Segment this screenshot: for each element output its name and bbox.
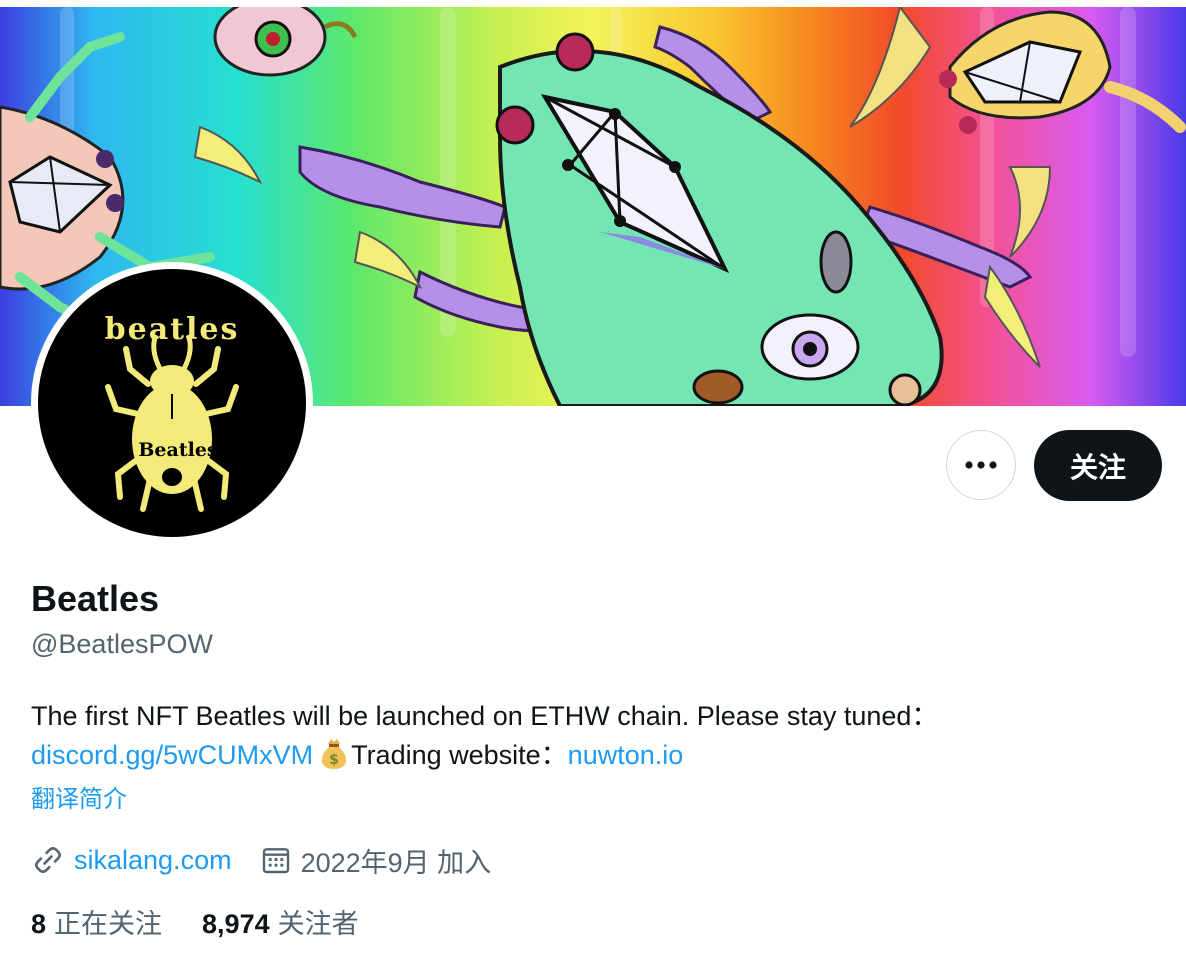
svg-text:Beatles: Beatles xyxy=(138,439,217,461)
profile-meta: sikalang.com 2022年9月 加入 xyxy=(31,840,491,880)
follow-stats: 8 正在关注 8,974 关注者 xyxy=(31,905,359,943)
money-bag-icon: $ xyxy=(319,738,349,781)
more-horizontal-icon xyxy=(965,461,997,469)
following-label: 正在关注 xyxy=(54,909,163,939)
bio-link-discord[interactable]: discord.gg/5wCUMxVM xyxy=(31,740,313,770)
svg-text:$: $ xyxy=(329,752,339,768)
bio-trading-label: Trading website： xyxy=(351,740,568,770)
website-item: sikalang.com xyxy=(31,843,232,877)
following-stat[interactable]: 8 正在关注 xyxy=(31,905,162,943)
avatar[interactable]: beatles Beatles xyxy=(31,262,313,544)
avatar-image: beatles Beatles xyxy=(38,269,306,537)
joined-item: 2022年9月 加入 xyxy=(260,841,492,880)
joined-date: 2022年9月 加入 xyxy=(300,847,492,878)
followers-count: 8,974 xyxy=(202,909,270,939)
followers-label: 关注者 xyxy=(277,909,359,939)
translate-bio-link[interactable]: 翻译简介 xyxy=(31,784,127,816)
svg-text:beatles: beatles xyxy=(105,312,240,347)
website-link[interactable]: sikalang.com xyxy=(74,845,232,876)
display-name: Beatles xyxy=(31,578,160,619)
bio-text: The first NFT Beatles will be launched o… xyxy=(31,701,939,731)
link-icon xyxy=(35,847,61,873)
following-count: 8 xyxy=(31,909,47,939)
bio-link-trading[interactable]: nuwton.io xyxy=(568,740,684,770)
profile-bio: The first NFT Beatles will be launched o… xyxy=(31,697,1151,781)
followers-stat[interactable]: 8,974 关注者 xyxy=(202,905,359,943)
follow-button[interactable]: 关注 xyxy=(1034,430,1162,501)
calendar-icon xyxy=(262,848,289,874)
more-options-button[interactable] xyxy=(946,430,1016,500)
user-handle: @BeatlesPOW xyxy=(31,629,213,659)
beatles-logo-icon: beatles Beatles xyxy=(105,312,240,512)
